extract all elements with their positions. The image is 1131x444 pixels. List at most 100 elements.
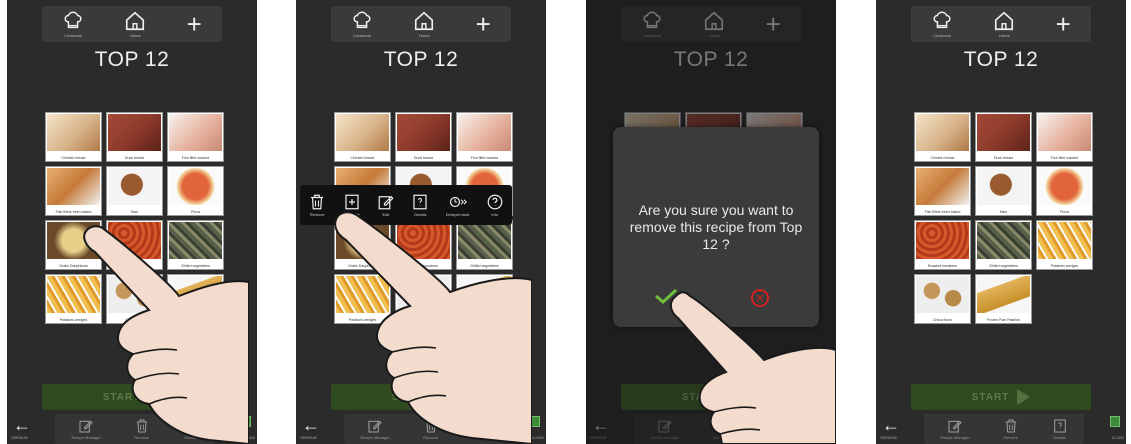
recipe-tile[interactable]: Fish fillet roasted: [1036, 112, 1093, 162]
recipe-tile[interactable]: Ham: [975, 166, 1032, 216]
cloud-icon[interactable]: [530, 416, 540, 427]
ctx-duplicate-label: Duplicate: [343, 212, 360, 217]
add-button[interactable]: +: [187, 11, 202, 37]
cookbook-button[interactable]: Cookbook: [351, 10, 373, 38]
recipe-tile[interactable]: Fish fillets fresh baked: [914, 166, 971, 216]
home-button[interactable]: Home: [993, 10, 1015, 38]
recipe-photo: [916, 168, 969, 205]
remove-button[interactable]: Remove: [134, 418, 150, 440]
ctx-info-button[interactable]: Info: [486, 193, 504, 217]
recipe-tile[interactable]: Duck breast: [975, 112, 1032, 162]
recipe-tile[interactable]: Choux buns: [395, 274, 452, 324]
recipe-tile[interactable]: Gratin Dauphinois: [334, 220, 391, 270]
start-button[interactable]: START: [911, 384, 1091, 410]
recipe-photo: [47, 276, 100, 313]
recipe-label: Fish fillet roasted: [470, 156, 499, 160]
recipe-photo: [1038, 222, 1091, 259]
recipe-tile[interactable]: Frozen Flan Pastries: [975, 274, 1032, 324]
home-button[interactable]: Home: [413, 10, 435, 38]
add-button[interactable]: +: [1056, 11, 1071, 37]
home-button[interactable]: Home: [124, 10, 146, 38]
cookbook-button[interactable]: Cookbook: [931, 10, 953, 38]
add-button[interactable]: +: [476, 11, 491, 37]
bottom-actions: Recipe Manager Remove Details: [924, 414, 1084, 444]
recipe-tile[interactable]: Choux buns: [106, 274, 163, 324]
back-arrow-icon[interactable]: ←: [13, 416, 31, 434]
remove-button[interactable]: Remove: [423, 418, 439, 440]
checkmark-icon[interactable]: [653, 287, 679, 305]
recipe-tile[interactable]: Potatoes wedges: [1036, 220, 1093, 270]
details-label: Details: [184, 435, 197, 440]
recipe-tile[interactable]: Roasted tomatoes: [106, 220, 163, 270]
cloud-label: CLOUD: [531, 436, 544, 440]
recipe-label: Grilled vegetables: [470, 264, 499, 268]
bottom-bar: ← GERDIUM Recipe Manager Remove Details …: [7, 414, 257, 444]
ctx-delayed-start-button[interactable]: Delayed start: [446, 193, 469, 217]
recipe-tile[interactable]: Duck breast: [395, 112, 452, 162]
recipe-tile[interactable]: Choux buns: [914, 274, 971, 324]
recipe-tile[interactable]: Duck breast: [106, 112, 163, 162]
details-button[interactable]: Details: [183, 418, 199, 440]
remove-button[interactable]: Remove: [1003, 418, 1019, 440]
play-icon: [148, 389, 162, 405]
recipe-tile[interactable]: Pizza: [167, 166, 224, 216]
recipe-label: Pizza: [191, 210, 200, 214]
page-title: TOP 12: [383, 48, 459, 71]
ctx-remove-button[interactable]: Remove: [308, 193, 326, 217]
recipe-photo: [977, 114, 1030, 151]
recipe-label: Potatoes wedges: [59, 318, 88, 322]
cookbook-button[interactable]: Cookbook: [62, 10, 84, 38]
recipe-photo: [458, 114, 511, 151]
recipe-photo: [1038, 114, 1091, 151]
recipe-tile[interactable]: Potatoes wedges: [334, 274, 391, 324]
recipe-tile[interactable]: Pizza: [1036, 166, 1093, 216]
recipe-label: Chicken breast: [350, 156, 375, 160]
recipe-tile[interactable]: Roasted tomatoes: [914, 220, 971, 270]
ctx-edit-button[interactable]: Edit: [377, 193, 395, 217]
details-icon: [473, 419, 486, 433]
back-label: GERDIUM: [11, 436, 28, 440]
cancel-x-icon[interactable]: ✕: [751, 289, 769, 307]
recipe-manager-button[interactable]: Recipe Manager: [940, 418, 970, 440]
recipe-tile[interactable]: Grilled vegetables: [167, 220, 224, 270]
trash-icon: [311, 194, 324, 210]
confirm-dialog: Are you sure you want to remove this rec…: [613, 127, 819, 327]
home-label: Home: [999, 33, 1010, 38]
recipe-tile[interactable]: Chicken breast: [334, 112, 391, 162]
details-button[interactable]: Details: [472, 418, 488, 440]
cloud-icon[interactable]: [241, 416, 251, 427]
recipe-manager-label: Recipe Manager: [360, 435, 390, 440]
start-label: START: [391, 391, 430, 403]
recipe-manager-button[interactable]: Recipe Manager: [360, 418, 390, 440]
recipe-photo: [977, 276, 1030, 313]
edit-icon: [79, 420, 93, 433]
details-button[interactable]: Details: [1052, 418, 1068, 440]
back-arrow-icon[interactable]: ←: [882, 416, 900, 434]
recipe-tile[interactable]: Ham: [106, 166, 163, 216]
bottom-bar: ← GERDIUM Recipe Manager Remove Details …: [876, 414, 1126, 444]
start-button[interactable]: START: [42, 384, 222, 410]
recipe-tile[interactable]: Roasted tomatoes: [395, 220, 452, 270]
recipe-tile[interactable]: Chicken breast: [45, 112, 102, 162]
recipe-tile[interactable]: Grilled vegetables: [975, 220, 1032, 270]
recipe-tile[interactable]: Chicken breast: [914, 112, 971, 162]
recipe-label: Chicken breast: [61, 156, 86, 160]
recipe-tile[interactable]: Gratin Dauphinois: [45, 220, 102, 270]
recipe-tile[interactable]: Fish fillets fresh baked: [45, 166, 102, 216]
start-button[interactable]: START: [331, 384, 511, 410]
recipe-tile[interactable]: Frozen Flan Pastries: [167, 274, 224, 324]
ctx-duplicate-button[interactable]: Duplicate: [343, 193, 361, 217]
recipe-tile[interactable]: Potatoes wedges: [45, 274, 102, 324]
ctx-details-button[interactable]: Details: [411, 193, 429, 217]
recipe-tile[interactable]: Frozen Flan Pastries: [456, 274, 513, 324]
recipe-grid: Chicken breast Duck breast Fish fillet r…: [914, 112, 1094, 324]
recipe-tile[interactable]: Fish fillet roasted: [456, 112, 513, 162]
recipe-tile[interactable]: Fish fillet roasted: [167, 112, 224, 162]
recipe-manager-button[interactable]: Recipe Manager: [71, 418, 101, 440]
back-arrow-icon[interactable]: ←: [302, 416, 320, 434]
recipe-label: Ham: [130, 210, 139, 214]
cloud-icon[interactable]: [1110, 416, 1120, 427]
cookbook-label: Cookbook: [353, 33, 372, 38]
phone-screen-1: Cookbook Home + TOP 12 Chicken breast Du…: [7, 0, 257, 444]
recipe-tile[interactable]: Grilled vegetables: [456, 220, 513, 270]
